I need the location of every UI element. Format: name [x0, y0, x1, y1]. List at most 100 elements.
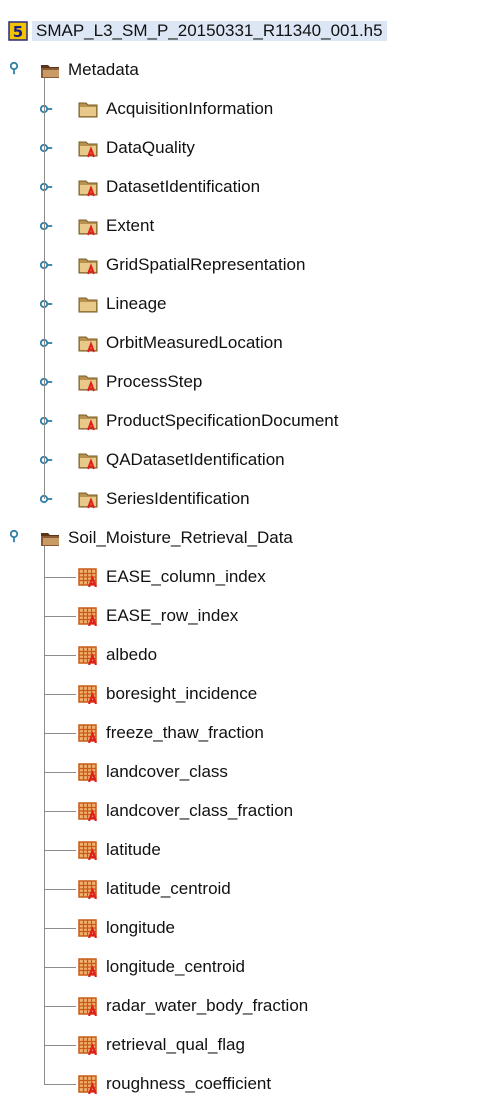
- tree-subgroup-row[interactable]: ProductSpecificationDocument: [0, 402, 488, 441]
- dataset-label: latitude_centroid: [106, 879, 231, 898]
- hdf-tree-view: 5 SMAP_L3_SM_P_20150331_R11340_001.h5 Meta…: [0, 0, 488, 1100]
- folder-attribute-icon: [78, 180, 98, 197]
- subgroup-label: QADatasetIdentification: [106, 450, 285, 469]
- folder-attribute-icon: [78, 375, 98, 392]
- tree-connector-line: [44, 772, 76, 773]
- folder-attribute-icon: [78, 141, 98, 158]
- dataset-label: longitude: [106, 918, 176, 937]
- dataset-label: radar_water_body_fraction: [106, 996, 309, 1015]
- dataset-label: latitude: [106, 840, 161, 859]
- tree-connector-line: [44, 889, 76, 890]
- tree-connector-line: [44, 928, 76, 929]
- group-label: Metadata: [68, 60, 139, 79]
- tree-connector-line: [44, 967, 76, 968]
- dataset-attribute-icon: [78, 802, 98, 821]
- tree-root-row[interactable]: 5 SMAP_L3_SM_P_20150331_R11340_001.h5: [0, 12, 488, 51]
- tree-connector-line: [44, 546, 45, 1084]
- dataset-attribute-icon: [78, 880, 98, 899]
- subgroup-label: DatasetIdentification: [106, 177, 261, 196]
- dataset-label: albedo: [106, 645, 158, 664]
- dataset-label: landcover_class_fraction: [106, 801, 294, 820]
- hdf5-file-icon: 5: [8, 21, 28, 41]
- folder-attribute-icon: [78, 219, 98, 236]
- dataset-label: longitude_centroid: [106, 957, 245, 976]
- dataset-attribute-icon: [78, 568, 98, 587]
- expand-toggle-icon[interactable]: [40, 415, 54, 429]
- folder-attribute-icon: [78, 258, 98, 275]
- tree-subgroup-row[interactable]: Extent: [0, 207, 488, 246]
- tree-group-row[interactable]: Metadata: [0, 51, 488, 90]
- dataset-label: freeze_thaw_fraction: [106, 723, 264, 742]
- dataset-attribute-icon: [78, 646, 98, 665]
- expand-toggle-icon[interactable]: [40, 454, 54, 468]
- subgroup-label: Lineage: [106, 294, 167, 313]
- tree-connector-line: [44, 1045, 76, 1046]
- dataset-label: landcover_class: [106, 762, 228, 781]
- tree-connector-line: [44, 577, 76, 578]
- folder-attribute-icon: [78, 492, 98, 509]
- folder-attribute-icon: [78, 336, 98, 353]
- tree-connector-line: [44, 811, 76, 812]
- subgroup-label: ProductSpecificationDocument: [106, 411, 339, 430]
- tree-connector-line: [44, 616, 76, 617]
- dataset-attribute-icon: [78, 763, 98, 782]
- dataset-attribute-icon: [78, 997, 98, 1016]
- tree-subgroup-row[interactable]: DataQuality: [0, 129, 488, 168]
- subgroup-label: DataQuality: [106, 138, 195, 157]
- dataset-attribute-icon: [78, 1075, 98, 1094]
- open-folder-icon: [41, 65, 59, 78]
- dataset-attribute-icon: [78, 1036, 98, 1055]
- tree-subgroup-row[interactable]: DatasetIdentification: [0, 168, 488, 207]
- tree-subgroup-row[interactable]: GridSpatialRepresentation: [0, 246, 488, 285]
- expand-toggle-icon[interactable]: [40, 376, 54, 390]
- expand-toggle-icon[interactable]: [40, 181, 54, 195]
- tree-connector-line: [44, 78, 45, 499]
- expand-toggle-icon[interactable]: [40, 298, 54, 312]
- dataset-attribute-icon: [78, 919, 98, 938]
- subgroup-label: OrbitMeasuredLocation: [106, 333, 283, 352]
- dataset-label: roughness_coefficient: [106, 1074, 272, 1093]
- expand-toggle-icon[interactable]: [40, 337, 54, 351]
- dataset-attribute-icon: [78, 607, 98, 626]
- folder-icon: [78, 102, 98, 118]
- dataset-attribute-icon: [78, 841, 98, 860]
- tree-subgroup-row[interactable]: Lineage: [0, 285, 488, 324]
- expand-toggle-icon[interactable]: [40, 220, 54, 234]
- tree-subgroup-row[interactable]: ProcessStep: [0, 363, 488, 402]
- tree-group-row[interactable]: Soil_Moisture_Retrieval_Data: [0, 519, 488, 558]
- folder-attribute-icon: [78, 453, 98, 470]
- tree-connector-line: [44, 733, 76, 734]
- tree-subgroup-row[interactable]: AcquisitionInformation: [0, 90, 488, 129]
- expand-toggle-icon[interactable]: [40, 493, 54, 507]
- root-file-label: SMAP_L3_SM_P_20150331_R11340_001.h5: [32, 21, 387, 41]
- tree-connector-line: [44, 850, 76, 851]
- tree-subgroup-row[interactable]: OrbitMeasuredLocation: [0, 324, 488, 363]
- folder-icon: [78, 297, 98, 313]
- tree-dataset-row[interactable]: roughness_coefficient: [0, 1065, 488, 1100]
- collapse-toggle-icon[interactable]: [10, 529, 24, 543]
- tree-subgroup-row[interactable]: QADatasetIdentification: [0, 441, 488, 480]
- tree-connector-line: [44, 655, 76, 656]
- tree-connector-line: [44, 694, 76, 695]
- subgroup-label: SeriesIdentification: [106, 489, 250, 508]
- subgroup-label: ProcessStep: [106, 372, 203, 391]
- expand-toggle-icon[interactable]: [40, 259, 54, 273]
- subgroup-label: Extent: [106, 216, 155, 235]
- dataset-label: boresight_incidence: [106, 684, 258, 703]
- dataset-attribute-icon: [78, 724, 98, 743]
- dataset-attribute-icon: [78, 685, 98, 704]
- subgroup-label: GridSpatialRepresentation: [106, 255, 306, 274]
- dataset-label: retrieval_qual_flag: [106, 1035, 245, 1054]
- tree-connector-line: [44, 1084, 76, 1085]
- open-folder-icon: [41, 533, 59, 546]
- expand-toggle-icon[interactable]: [40, 142, 54, 156]
- dataset-attribute-icon: [78, 958, 98, 977]
- group-label: Soil_Moisture_Retrieval_Data: [68, 528, 293, 547]
- expand-toggle-icon[interactable]: [40, 103, 54, 117]
- collapse-toggle-icon[interactable]: [10, 61, 24, 75]
- tree-connector-line: [44, 1006, 76, 1007]
- tree-subgroup-row[interactable]: SeriesIdentification: [0, 480, 488, 519]
- svg-text:5: 5: [13, 23, 23, 41]
- subgroup-label: AcquisitionInformation: [106, 99, 274, 118]
- dataset-label: EASE_column_index: [106, 567, 266, 586]
